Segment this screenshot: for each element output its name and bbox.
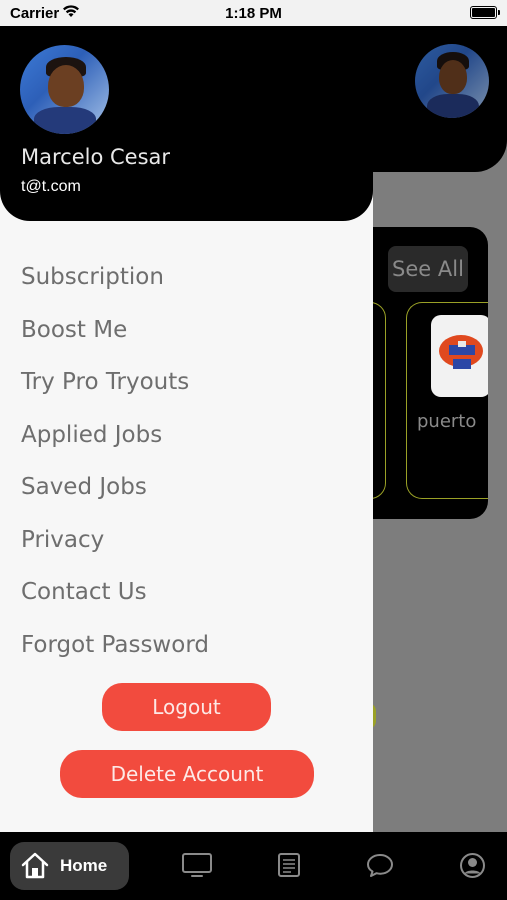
tab-home-label: Home [60,856,108,875]
delete-account-button[interactable]: Delete Account [60,750,314,798]
menu-item-contact-us[interactable]: Contact Us [21,579,147,605]
status-bar: Carrier 1:18 PM [0,0,507,26]
logout-button[interactable]: Logout [102,683,271,731]
side-drawer: Marcelo Cesar t@t.com Subscription Boost… [0,26,373,832]
profile-icon[interactable] [459,852,486,884]
drawer-header: Marcelo Cesar t@t.com [0,26,373,221]
item-label: puerto [417,411,477,432]
tv-icon[interactable] [181,852,213,883]
avatar[interactable] [20,45,109,134]
battery-icon [470,6,500,19]
menu-item-saved-jobs[interactable]: Saved Jobs [21,474,147,500]
profile-name: Marcelo Cesar [21,145,171,169]
profile-email: t@t.com [21,178,81,195]
menu-item-forgot-password[interactable]: Forgot Password [21,632,209,658]
tab-home[interactable]: Home [10,842,129,890]
menu-item-applied-jobs[interactable]: Applied Jobs [21,422,162,448]
home-icon [20,851,50,884]
background-item-card[interactable]: puerto [406,302,488,499]
menu-item-privacy[interactable]: Privacy [21,527,104,553]
background-avatar[interactable] [415,44,489,118]
see-all-button[interactable]: See All [388,246,468,292]
menu-item-boost-me[interactable]: Boost Me [21,317,127,343]
clock: 1:18 PM [225,5,282,22]
tab-bar: Home [0,832,507,900]
menu-item-try-pro-tryouts[interactable]: Try Pro Tryouts [21,369,189,395]
menu-item-subscription[interactable]: Subscription [21,264,164,290]
document-icon[interactable] [277,852,301,883]
item-thumbnail [431,315,488,397]
chat-icon[interactable] [366,852,394,883]
